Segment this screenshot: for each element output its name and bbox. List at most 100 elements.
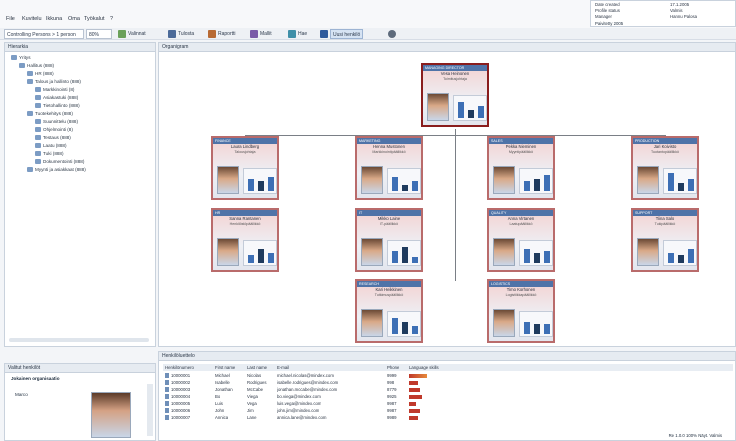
menu-window[interactable]: Ikkuna	[46, 15, 62, 23]
language-skill-bar	[409, 381, 418, 385]
tree-item[interactable]: Ohjelmointi (8)	[5, 126, 155, 134]
org-unit-icon	[35, 151, 41, 157]
person-name: Marco	[15, 392, 28, 397]
tree-item[interactable]: Tuki (888)	[5, 150, 155, 158]
search-button[interactable]: Hae	[298, 29, 307, 39]
search-icon[interactable]	[288, 30, 296, 38]
org-card[interactable]: FINANCE Laura Lindberg Talousjohtaja	[211, 136, 279, 200]
templates-button[interactable]: Mallit	[260, 29, 272, 39]
menu-tools[interactable]: Työkalut	[84, 15, 104, 23]
menu-help[interactable]: ?	[110, 15, 113, 23]
skill-bar	[402, 247, 408, 263]
org-unit-icon	[35, 127, 41, 133]
column-header[interactable]: First name	[215, 364, 235, 371]
org-unit-icon	[35, 159, 41, 165]
tree-item[interactable]: Tuotekehitys (888)	[5, 110, 155, 118]
cell-last: Vega	[247, 401, 257, 406]
cell-first: Michael	[215, 373, 230, 378]
org-unit-icon	[35, 143, 41, 149]
language-skill-bar	[409, 395, 422, 399]
column-header[interactable]: Language skills	[409, 364, 439, 371]
org-card[interactable]: IT Mikko Laine IT-päällikkö	[355, 208, 423, 272]
cell-phone: 9999	[387, 373, 397, 378]
report-icon[interactable]	[208, 30, 216, 38]
options-button[interactable]: Valinnat	[128, 29, 146, 39]
table-row[interactable]: 10000003 Jonathan McCabe jonathan.mccabe@mi…	[163, 386, 733, 393]
tree-item[interactable]: Talous ja hallinto (888)	[5, 78, 155, 86]
tree-item[interactable]: Myynti ja asiakkaat (888)	[5, 166, 155, 174]
table-row[interactable]: 10000001 Michael Nicolas michael.nicolas@mi…	[163, 372, 733, 379]
org-card[interactable]: PRODUCTION Jari Koivisto Tuotantopäällikkö	[631, 136, 699, 200]
table-row[interactable]: 10000005 Luis Vega luis.vega@mindex.com 9987	[163, 400, 733, 407]
settings-icon[interactable]	[388, 30, 396, 38]
tree-item[interactable]: Asiakastuki (888)	[5, 94, 155, 102]
hierarchy-panel-title: Hierarkia	[5, 43, 155, 52]
skill-bar	[478, 106, 484, 118]
templates-icon[interactable]	[250, 30, 258, 38]
skill-chart	[453, 95, 487, 121]
tree-item-label: Hallitus (888)	[27, 63, 55, 68]
tree-item[interactable]: HR (888)	[5, 70, 155, 78]
org-card[interactable]: QUALITY Anna Virtanen Laatupäällikkö	[487, 208, 555, 272]
print-button[interactable]: Tulosta	[178, 29, 194, 39]
skill-bar	[534, 253, 540, 263]
tree-item[interactable]: Laatu (888)	[5, 142, 155, 150]
cell-first: Isabelle	[215, 380, 230, 385]
cell-id: 10000001	[171, 373, 191, 378]
org-unit-icon	[27, 167, 33, 173]
column-header[interactable]: Last name	[247, 364, 267, 371]
column-header[interactable]: Henkilönumero	[165, 364, 194, 371]
person-list-panel: Henkilöluettelo Henkilönumero First name L…	[158, 351, 736, 441]
cell-phone: 9989	[387, 415, 397, 420]
new-person-icon[interactable]	[320, 30, 328, 38]
tree-item-label: Suunnittelu (888)	[43, 119, 78, 124]
controller-select[interactable]: Controlling Persons > 1 person	[4, 29, 84, 39]
table-row[interactable]: 10000007 Annica Lane annica.lane@mindex.com…	[163, 414, 733, 421]
tree-item[interactable]: Testaus (888)	[5, 134, 155, 142]
org-card[interactable]: MARKETING Henna Mustonen Markkinointipääll…	[355, 136, 423, 200]
column-header[interactable]: E-mail	[277, 364, 289, 371]
new-person-button[interactable]: Uusi henkilö	[330, 29, 364, 39]
status-text: Re 1.0.0 100% Näyt. Valmis	[668, 433, 722, 438]
menu-file[interactable]: File	[6, 15, 15, 23]
skill-bar	[688, 249, 694, 263]
options-icon[interactable]	[118, 30, 126, 38]
column-header[interactable]: Phone	[387, 364, 399, 371]
cell-last: Lane	[247, 415, 257, 420]
card-title: IT-päällikkö	[379, 222, 399, 226]
tree-item[interactable]: Markkinointi (8)	[5, 86, 155, 94]
cell-phone: 8779	[387, 387, 397, 392]
tree-item[interactable]: Hallitus (888)	[5, 62, 155, 70]
tree-item-label: Tietohallinto (888)	[43, 103, 80, 108]
person-list-title: Henkilöluettelo	[159, 352, 735, 361]
org-card[interactable]: MANAGING DIRECTOR Vesa Heinonen Toimitusjo…	[421, 63, 489, 127]
tree-item[interactable]: Suunnittelu (888)	[5, 118, 155, 126]
tree-item[interactable]: Yritys	[5, 54, 155, 62]
vertical-scrollbar[interactable]	[147, 384, 153, 436]
skill-bar	[668, 173, 674, 191]
org-unit-icon	[35, 95, 41, 101]
skill-bar	[524, 249, 530, 263]
hierarchy-tree: Yritys Hallitus (888) HR (888) Talous ja ha…	[5, 54, 155, 174]
table-row[interactable]: 10000004 Bo Viega bo.viega@mindex.com 9925	[163, 393, 733, 400]
table-row[interactable]: 10000002 Isabelle Rodrigues isabelle.rodrig…	[163, 379, 733, 386]
report-button[interactable]: Raportti	[218, 29, 236, 39]
person-icon	[165, 408, 169, 413]
zoom-select[interactable]: 80%	[86, 29, 112, 39]
org-card[interactable]: RESEARCH Kari Heikkinen Tutkimuspäällikkö	[355, 279, 423, 343]
menu-view[interactable]: Kuvitelu	[22, 15, 42, 23]
horizontal-scrollbar[interactable]	[9, 338, 149, 342]
person-photo	[493, 309, 515, 337]
skill-chart	[519, 240, 553, 266]
org-card[interactable]: HR Sanna Rantanen Henkilöstöpäällikkö	[211, 208, 279, 272]
cell-email: bo.viega@mindex.com	[277, 394, 321, 399]
connector-line	[455, 135, 456, 281]
table-row[interactable]: 10000006 John Jim john.jim@mindex.com 9987	[163, 407, 733, 414]
menu-own[interactable]: Oma	[68, 15, 80, 23]
print-icon[interactable]	[168, 30, 176, 38]
tree-item[interactable]: Dokumentointi (888)	[5, 158, 155, 166]
org-card[interactable]: SUPPORT Tiina Salo Tukipäällikkö	[631, 208, 699, 272]
tree-item[interactable]: Tietohallinto (888)	[5, 102, 155, 110]
org-card[interactable]: LOGISTICS Timo Korhonen Logistiikkapäällik…	[487, 279, 555, 343]
org-card[interactable]: SALES Pekka Nieminen Myyntipäällikkö	[487, 136, 555, 200]
